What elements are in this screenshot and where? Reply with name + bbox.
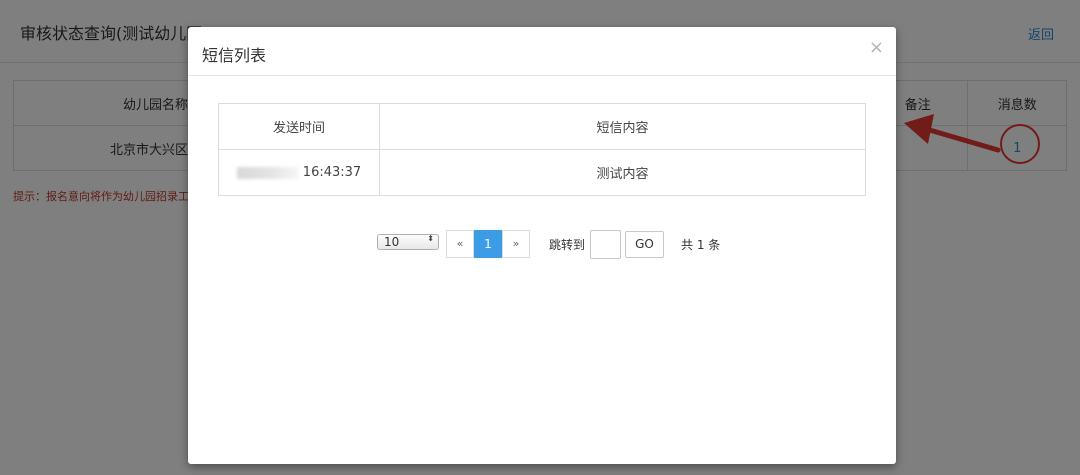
sms-table: 发送时间 短信内容 16:43:37 测试内容: [218, 103, 866, 196]
table-row: 16:43:37 测试内容: [218, 149, 866, 196]
close-icon[interactable]: ×: [869, 39, 884, 57]
jump-to-label: 跳转到: [549, 238, 586, 252]
jump-page-input[interactable]: [590, 230, 621, 259]
redacted-date-block: [236, 166, 299, 179]
select-arrows-icon: ⬍: [427, 234, 434, 243]
dialog-title: 短信列表: [202, 46, 267, 65]
sms-content-cell: 测试内容: [379, 149, 866, 196]
prev-page-button[interactable]: «: [446, 230, 474, 258]
column-header-send-time: 发送时间: [218, 103, 380, 150]
page-size-select[interactable]: 10 ⬍: [377, 234, 439, 250]
send-time-cell: 16:43:37: [218, 149, 380, 196]
send-time-value: 16:43:37: [302, 165, 362, 180]
dialog-header: 短信列表 ×: [188, 27, 896, 76]
sms-table-header-row: 发送时间 短信内容: [218, 103, 866, 150]
column-header-sms-content: 短信内容: [379, 103, 866, 150]
total-count: 共 1 条: [681, 238, 721, 252]
sms-list-dialog: 短信列表 × 发送时间 短信内容 16:43:37 测试内容 10 ⬍ « 1 …: [188, 27, 896, 464]
next-page-button[interactable]: »: [502, 230, 530, 258]
page-1-button[interactable]: 1: [474, 230, 502, 258]
page-size-value: 10: [384, 235, 400, 249]
go-button[interactable]: GO: [625, 231, 664, 258]
